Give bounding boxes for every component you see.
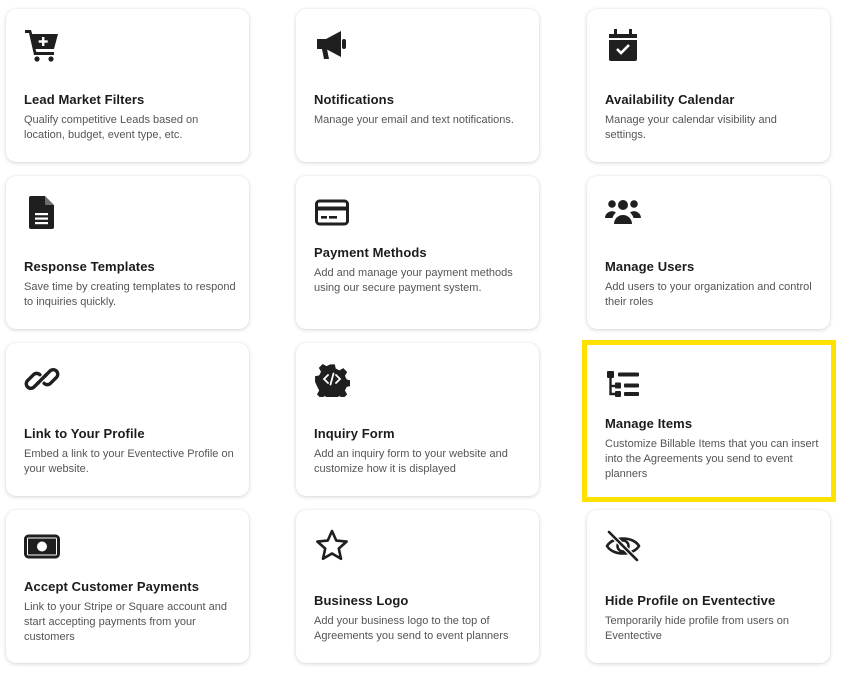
card-description: Link to your Stripe or Square account an… (24, 601, 228, 643)
card-inquiry-form[interactable]: Inquiry Form Add an inquiry form to your… (296, 343, 539, 496)
users-icon (605, 194, 641, 230)
credit-card-icon (314, 194, 350, 230)
money-bill-icon (24, 528, 60, 564)
card-description: Embed a link to your Eventective Profile… (24, 448, 234, 475)
card-hide-profile-on-eventective[interactable]: Hide Profile on Eventective Temporarily … (587, 510, 830, 663)
card-title: Availability Calendar (605, 92, 735, 107)
card-link-to-your-profile[interactable]: Link to Your Profile Embed a link to you… (6, 343, 249, 496)
card-description: Qualify competitive Leads based on locat… (24, 114, 199, 141)
card-title: Notifications (314, 92, 395, 107)
card-title: Inquiry Form (314, 426, 395, 441)
cart-plus-icon (24, 27, 60, 63)
list-tree-icon (605, 365, 641, 401)
card-manage-items[interactable]: Manage Items Customize Billable Items th… (582, 340, 836, 502)
card-title: Manage Items (605, 416, 693, 431)
card-title: Business Logo (314, 593, 409, 608)
card-description: Manage your calendar visibility and sett… (605, 114, 777, 141)
card-description: Add your business logo to the top of Agr… (314, 615, 509, 642)
calendar-check-icon (605, 27, 641, 63)
code-gear-icon (314, 361, 350, 397)
card-description: Add and manage your payment methods usin… (314, 267, 513, 294)
card-description: Customize Billable Items that you can in… (605, 438, 819, 480)
link-icon (24, 361, 60, 397)
card-description: Manage your email and text notifications… (314, 114, 514, 126)
card-business-logo[interactable]: Business Logo Add your business logo to … (296, 510, 539, 663)
card-title: Response Templates (24, 259, 155, 274)
eye-slash-icon (605, 528, 641, 564)
card-manage-users[interactable]: Manage Users Add users to your organizat… (587, 176, 830, 329)
card-title: Link to Your Profile (24, 426, 145, 441)
card-title: Manage Users (605, 259, 695, 274)
card-description: Add users to your organization and contr… (605, 281, 812, 308)
card-response-templates[interactable]: Response Templates Save time by creating… (6, 176, 249, 329)
card-payment-methods[interactable]: Payment Methods Add and manage your paym… (296, 176, 539, 329)
card-title: Hide Profile on Eventective (605, 593, 776, 608)
card-accept-customer-payments[interactable]: Accept Customer Payments Link to your St… (6, 510, 249, 663)
card-title: Lead Market Filters (24, 92, 145, 107)
star-icon (314, 528, 350, 564)
card-title: Payment Methods (314, 245, 427, 260)
megaphone-icon (314, 27, 350, 63)
card-description: Temporarily hide profile from users on E… (605, 615, 790, 642)
file-lines-icon (24, 194, 60, 230)
card-description: Add an inquiry form to your website and … (314, 448, 508, 475)
card-lead-market-filters[interactable]: Lead Market Filters Qualify competitive … (6, 9, 249, 162)
card-availability-calendar[interactable]: Availability Calendar Manage your calend… (587, 9, 830, 162)
card-description: Save time by creating templates to respo… (24, 281, 236, 308)
card-title: Accept Customer Payments (24, 579, 200, 594)
card-notifications[interactable]: Notifications Manage your email and text… (296, 9, 539, 162)
